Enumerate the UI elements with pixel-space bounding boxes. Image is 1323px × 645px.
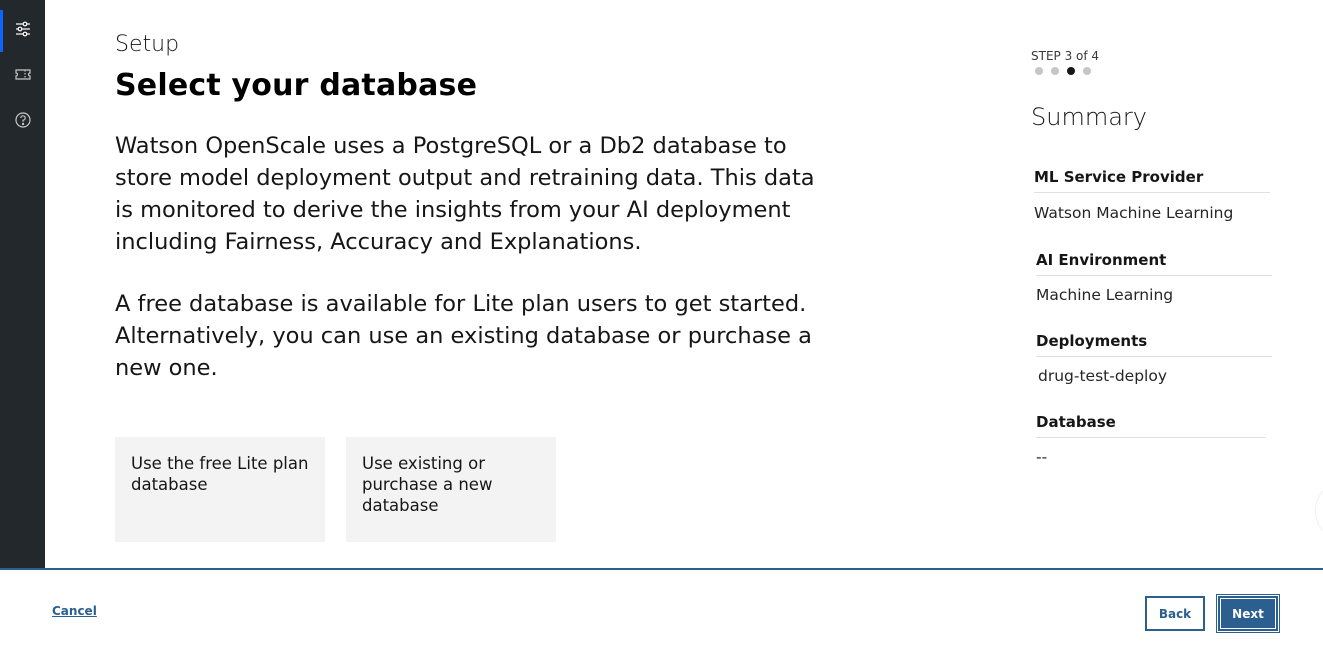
divider <box>1036 356 1272 357</box>
sidebar-item-configure[interactable] <box>0 10 45 52</box>
summary-heading-database: Database <box>1036 413 1116 431</box>
summary-heading-deployments: Deployments <box>1036 332 1148 350</box>
summary-value-ml-service-provider: Watson Machine Learning <box>1034 204 1234 222</box>
back-button[interactable]: Back <box>1145 596 1205 631</box>
summary-value-database: -- <box>1036 448 1048 466</box>
description-paragraph: Watson OpenScale uses a PostgreSQL or a … <box>115 133 815 255</box>
sidebar-item-help[interactable] <box>0 101 45 143</box>
step-dot <box>1083 67 1091 75</box>
sidebar-item-tickets[interactable] <box>0 55 45 97</box>
settings-sliders-icon <box>14 20 32 42</box>
help-icon <box>14 111 32 133</box>
summary-value-ai-environment: Machine Learning <box>1036 286 1174 304</box>
free-lite-plan-tile[interactable]: Use the free Lite plan database <box>115 437 325 542</box>
cancel-link[interactable]: Cancel <box>52 604 97 618</box>
footer-divider <box>0 568 1323 570</box>
summary-title: Summary <box>1031 103 1147 131</box>
step-progress-dots <box>1035 67 1091 75</box>
divider <box>1034 192 1270 193</box>
summary-value-deployments: drug-test-deploy <box>1038 367 1168 385</box>
summary-heading-ai-environment: AI Environment <box>1036 251 1167 269</box>
left-sidebar <box>0 0 45 568</box>
step-dot-current <box>1067 67 1075 75</box>
decorative-shape <box>1315 480 1323 542</box>
summary-heading-ml-service-provider: ML Service Provider <box>1034 168 1204 186</box>
next-button[interactable]: Next <box>1216 594 1280 633</box>
divider <box>1036 437 1266 438</box>
ticket-icon <box>14 65 32 87</box>
main-content: Setup Select your database Watson OpenSc… <box>45 0 1323 568</box>
page-title: Select your database <box>115 68 478 103</box>
setup-label: Setup <box>115 32 180 57</box>
divider <box>1036 275 1272 276</box>
step-dot <box>1051 67 1059 75</box>
description-paragraph: A free database is available for Lite pl… <box>115 291 812 381</box>
step-dot <box>1035 67 1043 75</box>
step-indicator-label: STEP 3 of 4 <box>1031 49 1100 63</box>
existing-database-tile[interactable]: Use existing or purchase a new database <box>346 437 556 542</box>
